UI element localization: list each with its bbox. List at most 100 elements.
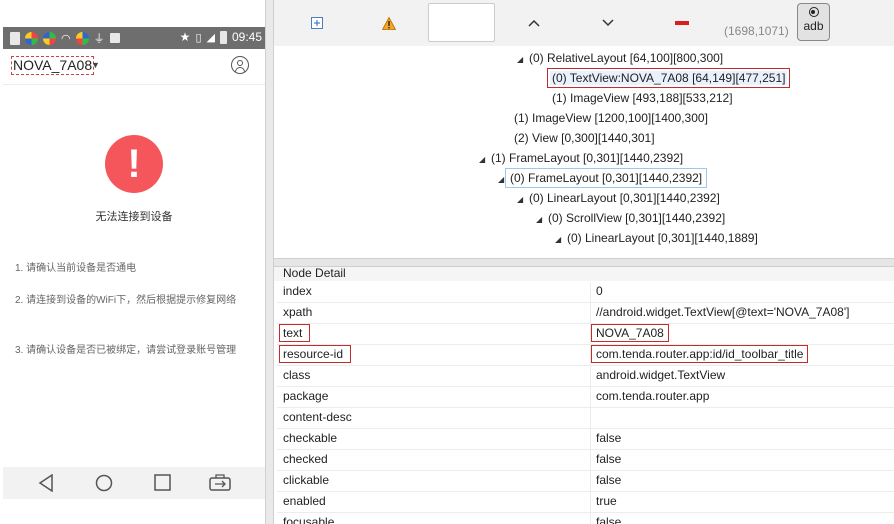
hint-2: 2. 请连接到设备的WiFi下，然后根据提示修复网络 xyxy=(15,295,237,306)
detail-key: enabled xyxy=(283,494,326,508)
detail-key: package xyxy=(283,389,329,403)
chevron-up-icon[interactable] xyxy=(521,10,547,36)
error-message: 无法连接到设备 xyxy=(95,211,173,223)
tree-node-label: (1) ImageView [1200,100][1400,300] xyxy=(514,111,708,125)
detail-key: checkable xyxy=(283,431,338,445)
detail-row[interactable]: xpath //android.widget.TextView[@text='NO… xyxy=(277,303,894,324)
app-icon xyxy=(43,31,56,45)
tree-node[interactable]: (1) ImageView [493,188][533,212] xyxy=(550,90,735,106)
column-divider xyxy=(590,492,591,513)
tree-node[interactable]: ◢ (0) LinearLayout [0,301][1440,2392] xyxy=(517,190,722,208)
detail-row[interactable]: text NOVA_7A08 xyxy=(277,324,894,345)
status-icons-right: ★ ▯ ◢ 09:45 xyxy=(180,30,262,44)
status-time: 09:45 xyxy=(231,30,262,44)
highlight-box xyxy=(279,324,310,342)
detail-value: false xyxy=(596,473,622,487)
detail-row[interactable]: enabled true xyxy=(277,492,894,513)
column-divider xyxy=(590,408,591,429)
warning-icon[interactable] xyxy=(376,10,402,36)
tree-node[interactable]: ◢ (0) FrameLayout [0,301][1440,2392] xyxy=(498,168,708,188)
tree-node[interactable]: (1) ImageView [1200,100][1400,300] xyxy=(512,110,710,126)
tree-node[interactable]: (2) View [0,300][1440,301] xyxy=(512,130,657,146)
detail-row[interactable]: resource-id com.tenda.router.app:id/id_to… xyxy=(277,345,894,366)
column-divider xyxy=(590,282,591,303)
recent-apps-icon[interactable] xyxy=(154,474,171,496)
user-avatar-icon[interactable] xyxy=(231,56,249,74)
app-switch-icon[interactable] xyxy=(209,474,231,496)
app-icon xyxy=(25,31,38,45)
detail-key: focusable xyxy=(283,515,335,524)
column-divider xyxy=(590,450,591,471)
detail-row[interactable]: checked false xyxy=(277,450,894,471)
detail-row[interactable]: focusable false xyxy=(277,513,894,524)
expand-triangle-icon[interactable]: ◢ xyxy=(555,232,565,248)
tree-node-label: (0) ScrollView [0,301][1440,2392] xyxy=(548,211,726,225)
tree-node-label: (0) LinearLayout [0,301][1440,2392] xyxy=(529,191,720,205)
detail-value: false xyxy=(596,431,622,445)
star-icon: ★ xyxy=(179,30,191,44)
tree-node-label: (0) FrameLayout [0,301][1440,2392] xyxy=(504,168,708,188)
horizontal-splitter[interactable] xyxy=(274,258,894,267)
column-divider xyxy=(590,513,591,524)
detail-key: class xyxy=(283,368,311,382)
tree-node-label: (0) TextView:NOVA_7A08 [64,149][477,251] xyxy=(546,68,791,88)
delete-icon[interactable] xyxy=(669,10,695,36)
device-screen[interactable]: ◠ ⏚ ★ ▯ ◢ 09:45 NOVA_7A08 ▼ ! 无法连接到设备 1.… xyxy=(0,0,268,524)
hint-1: 1. 请确认当前设备是否通电 xyxy=(15,263,137,274)
detail-row[interactable]: content-desc xyxy=(277,408,894,429)
detail-row[interactable]: package com.tenda.router.app xyxy=(277,387,894,408)
status-bar: ◠ ⏚ ★ ▯ ◢ 09:45 xyxy=(3,27,265,49)
highlight-box xyxy=(279,345,351,363)
tree-node-label: (2) View [0,300][1440,301] xyxy=(514,131,655,145)
hierarchy-tree[interactable]: ◢ (0) RelativeLayout [64,100][800,300] (0)… xyxy=(274,46,894,258)
back-icon[interactable] xyxy=(38,473,54,497)
status-icons-left: ◠ ⏚ xyxy=(10,30,120,46)
usb-icon: ⏚ xyxy=(93,33,105,45)
detail-value: false xyxy=(596,515,622,524)
notification-icon xyxy=(109,33,120,43)
signal-icon: ◢ xyxy=(206,31,215,44)
detail-value: //android.widget.TextView[@text='NOVA_7A… xyxy=(596,305,850,319)
tree-node[interactable]: ◢ (0) ScrollView [0,301][1440,2392] xyxy=(536,210,727,228)
column-divider xyxy=(590,429,591,450)
detail-row[interactable]: clickable false xyxy=(277,471,894,492)
adb-button[interactable]: adb xyxy=(797,3,830,41)
home-icon[interactable] xyxy=(95,474,113,497)
detail-key: content-desc xyxy=(283,410,352,424)
detail-key: clickable xyxy=(283,473,330,487)
tree-node-label: (0) LinearLayout [0,301][1440,1889] xyxy=(567,231,758,245)
detail-value: 0 xyxy=(596,284,603,298)
detail-row[interactable]: index 0 xyxy=(277,282,894,303)
divider xyxy=(3,84,265,85)
cursor-coordinates: (1698,1071) xyxy=(724,24,789,38)
tree-node[interactable]: ◢ (0) LinearLayout [0,301][1440,1889] xyxy=(555,230,760,248)
vertical-splitter[interactable] xyxy=(265,0,274,524)
battery-icon xyxy=(219,30,227,44)
expand-all-icon[interactable] xyxy=(304,10,330,36)
tree-node[interactable]: (0) TextView:NOVA_7A08 [64,149][477,251] xyxy=(546,68,791,88)
detail-key: checked xyxy=(283,452,328,466)
column-divider xyxy=(590,366,591,387)
tree-node-label: (0) RelativeLayout [64,100][800,300] xyxy=(529,51,724,65)
caret-down-icon[interactable]: ▼ xyxy=(91,60,100,70)
wifi-icon: ◠ xyxy=(61,32,71,45)
detail-row[interactable]: checkable false xyxy=(277,429,894,450)
detail-value: android.widget.TextView xyxy=(596,368,726,382)
hint-3: 3. 请确认设备是否已被绑定，请尝试登录账号管理 xyxy=(15,345,237,356)
detail-key: index xyxy=(283,284,312,298)
expand-triangle-icon[interactable]: ◢ xyxy=(517,192,527,208)
detail-value: com.tenda.router.app xyxy=(596,389,710,403)
chevron-down-icon[interactable] xyxy=(595,10,621,36)
highlight-box xyxy=(591,345,808,363)
expand-triangle-icon[interactable]: ◢ xyxy=(498,172,508,188)
tree-node[interactable]: ◢ (0) RelativeLayout [64,100][800,300] xyxy=(517,50,725,68)
expand-triangle-icon[interactable]: ◢ xyxy=(517,52,527,68)
expand-triangle-icon[interactable]: ◢ xyxy=(536,212,546,228)
radio-icon xyxy=(808,7,819,17)
expand-triangle-icon[interactable]: ◢ xyxy=(479,152,489,168)
search-input[interactable] xyxy=(428,3,495,42)
inspector-toolbar: (1698,1071) adb xyxy=(274,0,894,46)
tree-node[interactable]: ◢ (1) FrameLayout [0,301][1440,2392] xyxy=(479,150,685,168)
toolbar-title[interactable]: NOVA_7A08 xyxy=(10,56,95,75)
detail-row[interactable]: class android.widget.TextView xyxy=(277,366,894,387)
